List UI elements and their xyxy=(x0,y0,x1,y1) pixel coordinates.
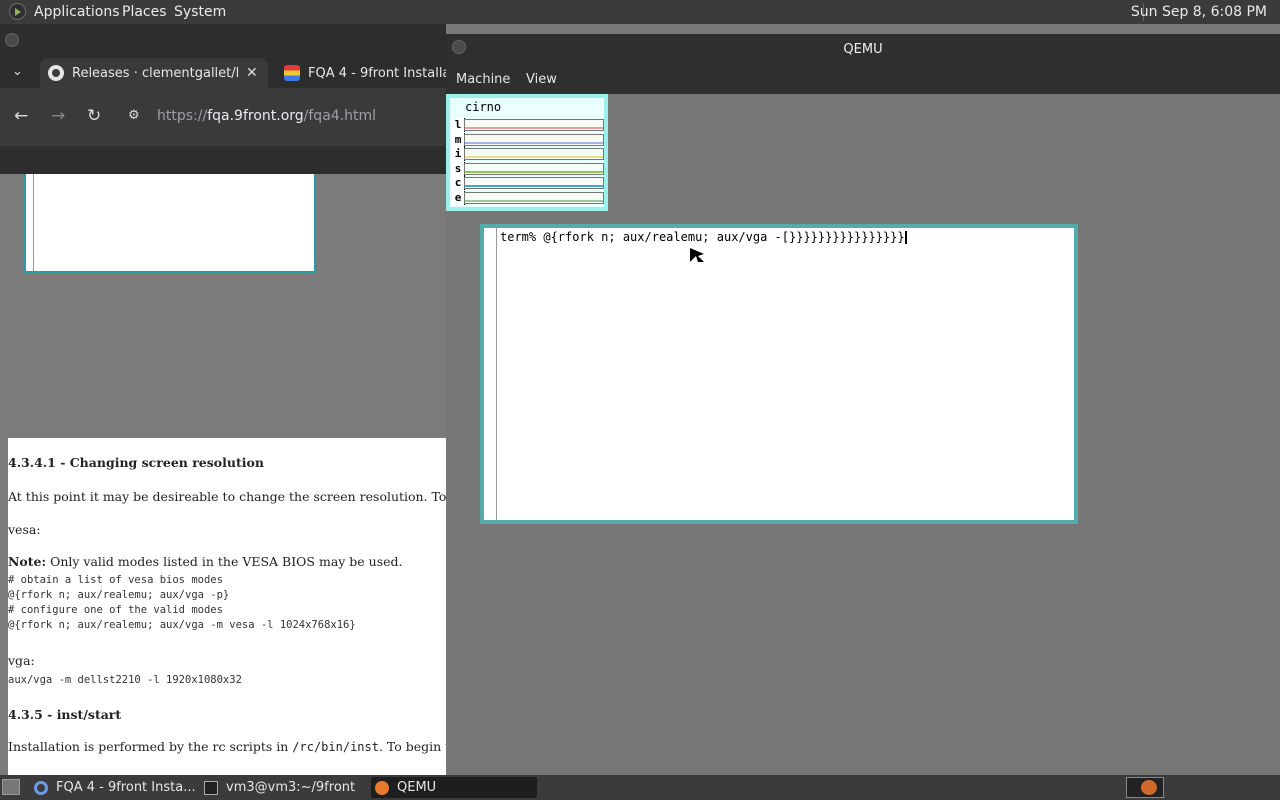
gnome-foot-icon[interactable] xyxy=(9,3,26,20)
page-content: 4.3.4.1 - Changing screen resolution At … xyxy=(0,174,446,775)
task-label: QEMU xyxy=(397,780,437,795)
tab-search-chevron-icon[interactable]: ⌄ xyxy=(12,64,23,79)
vesa-label: vesa: xyxy=(8,522,41,537)
back-arrow-icon[interactable]: ← xyxy=(14,106,28,126)
qemu-window: QEMU Machine View cirno lmisce term% @{r… xyxy=(446,34,1280,775)
stat-row-m: m xyxy=(450,132,604,147)
system-menu[interactable]: System xyxy=(174,4,226,20)
top-panel: Applications Places System Sun Sep 8, 6:… xyxy=(0,0,1280,24)
close-tab-icon[interactable]: ✕ xyxy=(246,65,258,81)
github-icon xyxy=(48,65,64,81)
mouse-pointer-icon xyxy=(690,248,704,262)
stat-graph xyxy=(464,133,604,146)
paragraph: Installation is performed by the rc scri… xyxy=(8,739,446,754)
stat-row-s: s xyxy=(450,161,604,176)
applications-menu[interactable]: Applications xyxy=(34,4,120,20)
places-menu[interactable]: Places xyxy=(122,4,167,20)
terminal-line: term% @{rfork n; aux/realemu; aux/vga -[… xyxy=(500,230,907,244)
glenda-icon xyxy=(284,65,300,81)
tab-fqa4[interactable]: FQA 4 - 9front Installation xyxy=(276,58,446,88)
view-menu[interactable]: View xyxy=(526,72,557,87)
terminal-icon xyxy=(204,780,218,795)
window-title: QEMU xyxy=(843,42,883,57)
stat-row-c: c xyxy=(450,176,604,190)
address-bar[interactable]: https://fqa.9front.org/fqa4.html xyxy=(157,108,376,124)
terminal-scrollbar[interactable] xyxy=(484,228,497,520)
code-line: @{rfork n; aux/realemu; aux/vga -m vesa … xyxy=(8,619,356,631)
chromium-icon xyxy=(34,780,48,795)
site-settings-icon[interactable]: ⚙ xyxy=(128,108,140,123)
forward-arrow-icon[interactable]: → xyxy=(51,106,65,126)
toolbar-bottom xyxy=(0,146,446,174)
stat-row-i: i xyxy=(450,147,604,161)
taskbar-item-qemu[interactable]: QEMU xyxy=(371,777,537,798)
stat-graph xyxy=(464,177,604,189)
bottom-taskbar: FQA 4 - 9front Insta... vm3@vm3:~/9front… xyxy=(0,775,1280,800)
vga-label: vga: xyxy=(8,653,35,668)
stat-graph-line xyxy=(465,141,603,144)
rio-terminal-window[interactable]: term% @{rfork n; aux/realemu; aux/vga -[… xyxy=(480,224,1078,524)
code-line: aux/vga -m dellst2210 -l 1920x1080x32 xyxy=(8,674,242,686)
command-text: @{rfork n; aux/realemu; aux/vga -[}}}}}}… xyxy=(543,230,905,244)
url-scheme: https:// xyxy=(157,108,208,124)
stat-graph xyxy=(464,191,604,204)
stat-graph xyxy=(464,162,604,175)
qemu-icon xyxy=(375,780,389,795)
browser-titlebar: ⌄ Releases · clementgallet/libTAS ✕ FQA … xyxy=(0,24,446,174)
prompt: term% xyxy=(500,230,544,244)
guest-screen[interactable]: cirno lmisce term% @{rfork n; aux/realem… xyxy=(446,94,1280,775)
paragraph: At this point it may be desireable to ch… xyxy=(8,489,446,504)
browser-window: ⌄ Releases · clementgallet/libTAS ✕ FQA … xyxy=(0,24,446,775)
tab-releases[interactable]: Releases · clementgallet/libTAS ✕ xyxy=(40,58,268,88)
url-host: fqa.9front.org xyxy=(207,108,304,124)
machine-menu[interactable]: Machine xyxy=(456,72,510,87)
qemu-icon xyxy=(1141,780,1157,795)
stat-graph-line xyxy=(465,185,603,187)
section-heading: 4.3.4.1 - Changing screen resolution xyxy=(8,455,264,470)
text-cursor xyxy=(904,231,907,244)
stat-row-e: e xyxy=(450,190,604,205)
stat-graph xyxy=(464,119,604,131)
qemu-titlebar[interactable]: QEMU xyxy=(446,34,1280,68)
code-line: @{rfork n; aux/realemu; aux/vga -p} xyxy=(8,589,230,601)
clock[interactable]: Sun Sep 8, 6:08 PM xyxy=(1131,4,1267,20)
window-menu-icon[interactable] xyxy=(5,33,19,47)
workspace-switcher[interactable] xyxy=(1126,777,1164,798)
qemu-menubar: Machine View xyxy=(446,68,1280,94)
note: Note: Only valid modes listed in the VES… xyxy=(8,554,403,569)
tab-title: FQA 4 - 9front Installation xyxy=(308,65,446,81)
stats-window[interactable]: cirno lmisce xyxy=(446,94,608,211)
code-line: # obtain a list of vesa bios modes xyxy=(8,574,223,586)
stat-graph-line xyxy=(465,199,603,202)
section-heading: 4.3.5 - inst/start xyxy=(8,707,122,722)
task-label: vm3@vm3:~/9front xyxy=(226,780,356,795)
stat-graph-line xyxy=(465,127,603,129)
browser-toolbar: ← → ↻ ⚙ https://fqa.9front.org/fqa4.html xyxy=(0,88,446,146)
show-desktop-icon[interactable] xyxy=(2,779,20,795)
stat-graph xyxy=(464,148,604,160)
stats-hostname: cirno xyxy=(465,100,502,114)
reload-icon[interactable]: ↻ xyxy=(87,106,101,126)
taskbar-item-browser[interactable]: FQA 4 - 9front Insta... xyxy=(34,777,200,798)
stat-graph-line xyxy=(465,170,603,173)
screenshot-image xyxy=(24,174,316,273)
tab-title: Releases · clementgallet/libTAS xyxy=(72,65,240,81)
code-line: # configure one of the valid modes xyxy=(8,604,223,616)
taskbar-item-terminal[interactable]: vm3@vm3:~/9front xyxy=(204,777,366,798)
stat-graph-line xyxy=(465,156,603,158)
task-label: FQA 4 - 9front Insta... xyxy=(56,780,196,795)
stat-row-l: l xyxy=(450,118,604,132)
url-path: /fqa4.html xyxy=(303,108,377,124)
